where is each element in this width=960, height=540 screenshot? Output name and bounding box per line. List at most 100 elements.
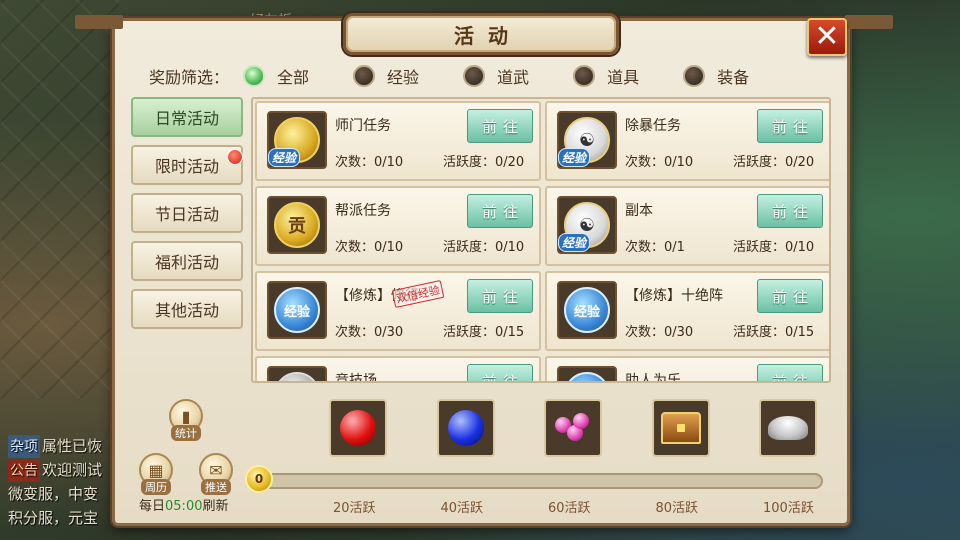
chat-tag: 公告 [8, 459, 40, 482]
exp-badge: 经验 [558, 148, 591, 167]
filter-radio[interactable]: 道武 [463, 64, 529, 88]
icon-glyph: 贡 [288, 216, 306, 237]
exp-orb-icon: 经验 [564, 287, 610, 333]
daily-refresh-note: 每日05:00刷新 [139, 495, 229, 514]
activity-card: 助人为乐 前往 [545, 356, 829, 381]
reward-chest[interactable] [329, 399, 387, 457]
filter-option-label: 全部 [277, 68, 310, 87]
activity-points: 活跃度：0/10 [443, 240, 525, 255]
push-label: 推送 [201, 479, 231, 495]
reward-chest[interactable] [544, 399, 602, 457]
tab-3[interactable]: 福利活动 [131, 241, 243, 281]
activity-window: 活动 ✕ 奖励筛选： 全部 经验 道武 道具 装备 日常活动 限时活动 节日活动 福利活动 其他… [75, 13, 893, 526]
reward-chest[interactable] [651, 399, 710, 457]
activity-progress-bar [257, 473, 823, 489]
close-button[interactable]: ✕ [807, 18, 847, 56]
activity-name: 副本 [625, 203, 653, 219]
activity-icon-frame: 经验 [267, 281, 327, 339]
activity-icon-frame: ☯ 经验 [557, 196, 617, 254]
filter-radio[interactable]: 装备 [683, 64, 749, 88]
exp-badge: 经验 [268, 148, 301, 167]
exp-badge: 经验 [558, 233, 591, 252]
tab-4[interactable]: 其他活动 [131, 289, 243, 329]
milestone-label: 40活跃 [440, 501, 484, 516]
filter-label: 奖励筛选： [149, 68, 230, 87]
tab-0[interactable]: 日常活动 [131, 97, 243, 137]
milestone-label: 100活跃 [763, 501, 814, 516]
gold-coin-icon: 经验 [268, 117, 320, 167]
pink-gems-icon [555, 413, 591, 443]
go-button[interactable]: 前往 [467, 279, 533, 313]
stats-button[interactable]: ▮ 统计 [169, 399, 203, 441]
activity-card: 竞技场 前往 [255, 356, 541, 383]
go-button[interactable]: 前往 [467, 109, 533, 143]
reward-chests [329, 399, 829, 459]
icon-glyph: 经验 [283, 304, 310, 320]
red-gem-icon [340, 410, 376, 446]
daily-prefix: 每日 [139, 499, 166, 514]
go-button[interactable]: 前往 [757, 279, 823, 313]
daily-time: 05:00 [165, 499, 203, 514]
reward-bar: ▮ 统计 ▦ 周历 ✉ 推送 每日05:00刷新 0 20活跃 40活跃 60活跃 8… [129, 383, 835, 519]
daily-suffix: 刷新 [202, 499, 229, 514]
activity-card: 经验 【修炼】十绝阵 次数：0/30 活跃度：0/15 前往 [545, 271, 829, 351]
filter-option-label: 道武 [497, 68, 530, 87]
activity-name: 除暴任务 [625, 118, 681, 134]
go-button[interactable]: 前往 [467, 194, 533, 228]
window-title: 活动 [454, 23, 522, 48]
chat-text: 积分服，元宝 [8, 509, 99, 527]
stats-label: 统计 [171, 425, 201, 441]
calendar-label: 周历 [141, 479, 171, 495]
progress-value-badge: 0 [245, 465, 273, 493]
activity-card: 经验 【修炼】修行 双倍经验 次数：0/30 活跃度：0/15 前往 [255, 271, 541, 351]
floor-tiles [0, 0, 120, 400]
tab-1[interactable]: 限时活动 [131, 145, 243, 185]
activity-name: 竞技场 [335, 373, 377, 383]
chat-text: 欢迎测试 [42, 461, 103, 479]
reward-filter: 奖励筛选： 全部 经验 道武 道具 装备 [149, 61, 793, 91]
go-button[interactable]: 前往 [757, 364, 823, 381]
activity-icon-frame: 经验 [267, 111, 327, 169]
filter-radio[interactable]: 经验 [353, 64, 419, 88]
activity-name: 师门任务 [335, 118, 391, 134]
notification-dot-icon [227, 149, 243, 165]
chat-text: 属性已恢 [42, 437, 103, 455]
radio-dot-icon [353, 65, 376, 87]
yinyang-coin-icon: ☯ 经验 [558, 202, 610, 252]
tab-label: 节日活动 [154, 205, 219, 224]
reward-chest[interactable] [759, 399, 817, 457]
filter-radio[interactable]: 道具 [573, 64, 639, 88]
activity-count: 次数：0/10 [335, 240, 404, 255]
activity-points: 活跃度：0/15 [443, 325, 525, 340]
activity-count: 次数：0/10 [625, 155, 694, 170]
chat-tag: 杂项 [8, 435, 40, 458]
radio-dot-icon [243, 65, 266, 87]
silver-ingot-icon [768, 416, 808, 440]
activity-icon-frame: 经验 [557, 281, 617, 339]
activity-card: ☯ 经验 副本 次数：0/1 活跃度：0/10 前往 [545, 186, 829, 266]
treasure-chest-icon [660, 412, 701, 444]
activity-count: 次数：0/10 [335, 155, 404, 170]
go-button[interactable]: 前往 [757, 109, 823, 143]
milestone-label: 20活跃 [333, 501, 376, 516]
go-button[interactable]: 前往 [757, 194, 823, 228]
activity-points: 活跃度：0/10 [733, 240, 815, 255]
activity-count: 次数：0/30 [625, 325, 694, 340]
go-button[interactable]: 前往 [467, 364, 533, 381]
filter-option-label: 装备 [717, 68, 750, 87]
scroll-icon [564, 372, 610, 381]
filter-radio[interactable]: 全部 [243, 64, 309, 88]
activity-count: 次数：0/30 [335, 325, 404, 340]
reward-chest[interactable] [436, 399, 495, 457]
push-button[interactable]: ✉ 推送 [199, 453, 233, 495]
activity-icon-frame: ☯ 经验 [557, 111, 617, 169]
radio-dot-icon [573, 65, 596, 87]
tab-2[interactable]: 节日活动 [131, 193, 243, 233]
window-ornament-right [845, 15, 893, 29]
activity-icon-frame [557, 366, 617, 381]
calendar-button[interactable]: ▦ 周历 [139, 453, 173, 495]
radio-dot-icon [463, 65, 486, 87]
activity-list[interactable]: 经验 师门任务 次数：0/10 活跃度：0/20 前往 ☯ 经验 除暴任务 次数：0/10 活跃度… [251, 97, 831, 383]
gong-coin-icon: 贡 [274, 202, 320, 248]
tab-label: 其他活动 [154, 301, 219, 320]
